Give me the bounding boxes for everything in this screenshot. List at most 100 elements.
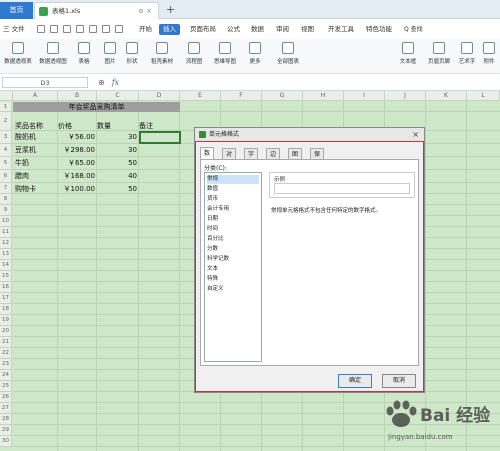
ok-button[interactable]: 确定 [338,374,372,388]
save-icon[interactable] [63,25,71,33]
menu-formulas[interactable]: 公式 [227,19,240,39]
cell-name[interactable]: 腊肉 [15,170,55,183]
cell-qty[interactable]: 40 [97,170,137,183]
row-header-4[interactable]: 4 [0,144,12,157]
flowchart-button[interactable]: 流程图 [181,41,207,65]
category-item[interactable]: 百分比 [207,235,259,244]
close-icon[interactable]: × [412,128,419,142]
row-header-22[interactable]: 22 [0,348,12,359]
category-item[interactable]: 货币 [207,195,259,204]
menu-review[interactable]: 审阅 [276,19,289,39]
row-header-16[interactable]: 16 [0,282,12,293]
row-header-6[interactable]: 6 [0,170,12,183]
row-header-26[interactable]: 26 [0,392,12,403]
category-item[interactable]: 时间 [207,225,259,234]
row-header-27[interactable]: 27 [0,403,12,414]
cell-price[interactable]: ￥100.00 [58,183,96,196]
menu-page-layout[interactable]: 页面布局 [190,19,216,39]
row-header-13[interactable]: 13 [0,249,12,260]
col-header-a[interactable]: A [13,91,58,101]
all-charts-button[interactable]: 全部图表 [273,41,303,65]
open-file-icon[interactable] [50,25,58,33]
file-menu[interactable]: 三 文件 [3,19,25,39]
row-header-5[interactable]: 5 [0,157,12,170]
fx-icon[interactable]: fx [112,78,119,87]
redo-icon[interactable] [115,25,123,33]
row-header-30[interactable]: 30 [0,436,12,447]
cell-name[interactable]: 牛奶 [15,157,55,170]
attachment-button[interactable]: 附件 [480,41,498,65]
row-header-23[interactable]: 23 [0,359,12,370]
col-header-c[interactable]: C [97,91,139,101]
row-header-29[interactable]: 29 [0,425,12,436]
row-header-8[interactable]: 8 [0,194,12,205]
category-item[interactable]: 科学记数 [207,255,259,264]
cell-name[interactable]: 酸奶机 [15,131,55,144]
cell-price[interactable]: ￥298.00 [58,144,96,157]
tab-border[interactable]: 边框 [266,148,281,169]
cell-qty[interactable]: 30 [97,131,137,144]
menu-insert[interactable]: 插入 [159,24,180,35]
row-header-11[interactable]: 11 [0,227,12,238]
menu-features[interactable]: 特色功能 [366,19,392,39]
mindmap-button[interactable]: 思维导图 [210,41,240,65]
row-header-19[interactable]: 19 [0,315,12,326]
col-header-d[interactable]: D [139,91,180,101]
cell-qty[interactable]: 50 [97,157,137,170]
cell-name[interactable]: 豆浆机 [15,144,55,157]
zoom-icon[interactable]: ⊕ [98,78,105,87]
tab-protection[interactable]: 保护 [310,148,325,169]
tab-number[interactable]: 数字 [200,147,215,168]
row-header-14[interactable]: 14 [0,260,12,271]
print-icon[interactable] [76,25,84,33]
category-item[interactable]: 会计专用 [207,205,259,214]
close-icon[interactable]: × [146,3,152,19]
category-list[interactable]: 常规 数值 货币 会计专用 日期 时间 百分比 分数 科学记数 文本 特殊 自定义 [204,172,262,362]
tab-alignment[interactable]: 对齐 [222,148,237,169]
row-header-15[interactable]: 15 [0,271,12,282]
selected-cell-d3[interactable] [139,131,181,144]
table-button[interactable]: 表格 [74,41,94,65]
file-tab[interactable]: 表格1.xls × [34,2,159,19]
sheet-title[interactable]: 年会奖品采购清单 [13,102,180,112]
row-header-25[interactable]: 25 [0,381,12,392]
cell-price[interactable]: ￥168.00 [58,170,96,183]
col-header-i[interactable]: I [344,91,385,101]
col-header-b[interactable]: B [58,91,97,101]
col-header-h[interactable]: H [303,91,344,101]
col-header-l[interactable]: L [467,91,500,101]
menu-start[interactable]: 开始 [139,19,152,39]
col-header-e[interactable]: E [180,91,221,101]
cell-qty[interactable]: 30 [97,144,137,157]
name-box[interactable]: D3 [2,77,88,88]
pivot-table-button[interactable]: 数据透视表 [2,41,34,65]
row-header-1[interactable]: 1 [0,102,12,112]
picture-button[interactable]: 图片 [100,41,120,65]
row-header-17[interactable]: 17 [0,293,12,304]
new-tab-button[interactable]: + [166,1,175,18]
pivot-chart-button[interactable]: 数据透视图 [37,41,69,65]
category-item[interactable]: 常规 [207,175,259,184]
cell-price[interactable]: ￥65.00 [58,157,95,170]
category-item[interactable]: 特殊 [207,275,259,284]
row-header-21[interactable]: 21 [0,337,12,348]
col-header-k[interactable]: K [426,91,467,101]
col-header-g[interactable]: G [262,91,303,101]
docer-material-button[interactable]: 稻壳素材 [148,41,176,65]
tab-font[interactable]: 字体 [244,148,259,169]
shape-button[interactable]: 形状 [122,41,142,65]
row-header-7[interactable]: 7 [0,183,12,194]
row-header-2[interactable]: 2 [0,112,12,131]
category-item[interactable]: 日期 [207,215,259,224]
col-header-j[interactable]: J [385,91,426,101]
row-header-9[interactable]: 9 [0,205,12,216]
cell-price[interactable]: ￥56.00 [58,131,95,144]
row-header-18[interactable]: 18 [0,304,12,315]
textbox-button[interactable]: 文本框 [397,41,419,65]
select-all-corner[interactable] [0,91,13,101]
row-header-10[interactable]: 10 [0,216,12,227]
row-header-24[interactable]: 24 [0,370,12,381]
dialog-titlebar[interactable]: 单元格格式 × [195,128,424,142]
tab-pattern[interactable]: 图案 [288,148,303,169]
search-box[interactable]: Q 查找 [404,24,423,35]
